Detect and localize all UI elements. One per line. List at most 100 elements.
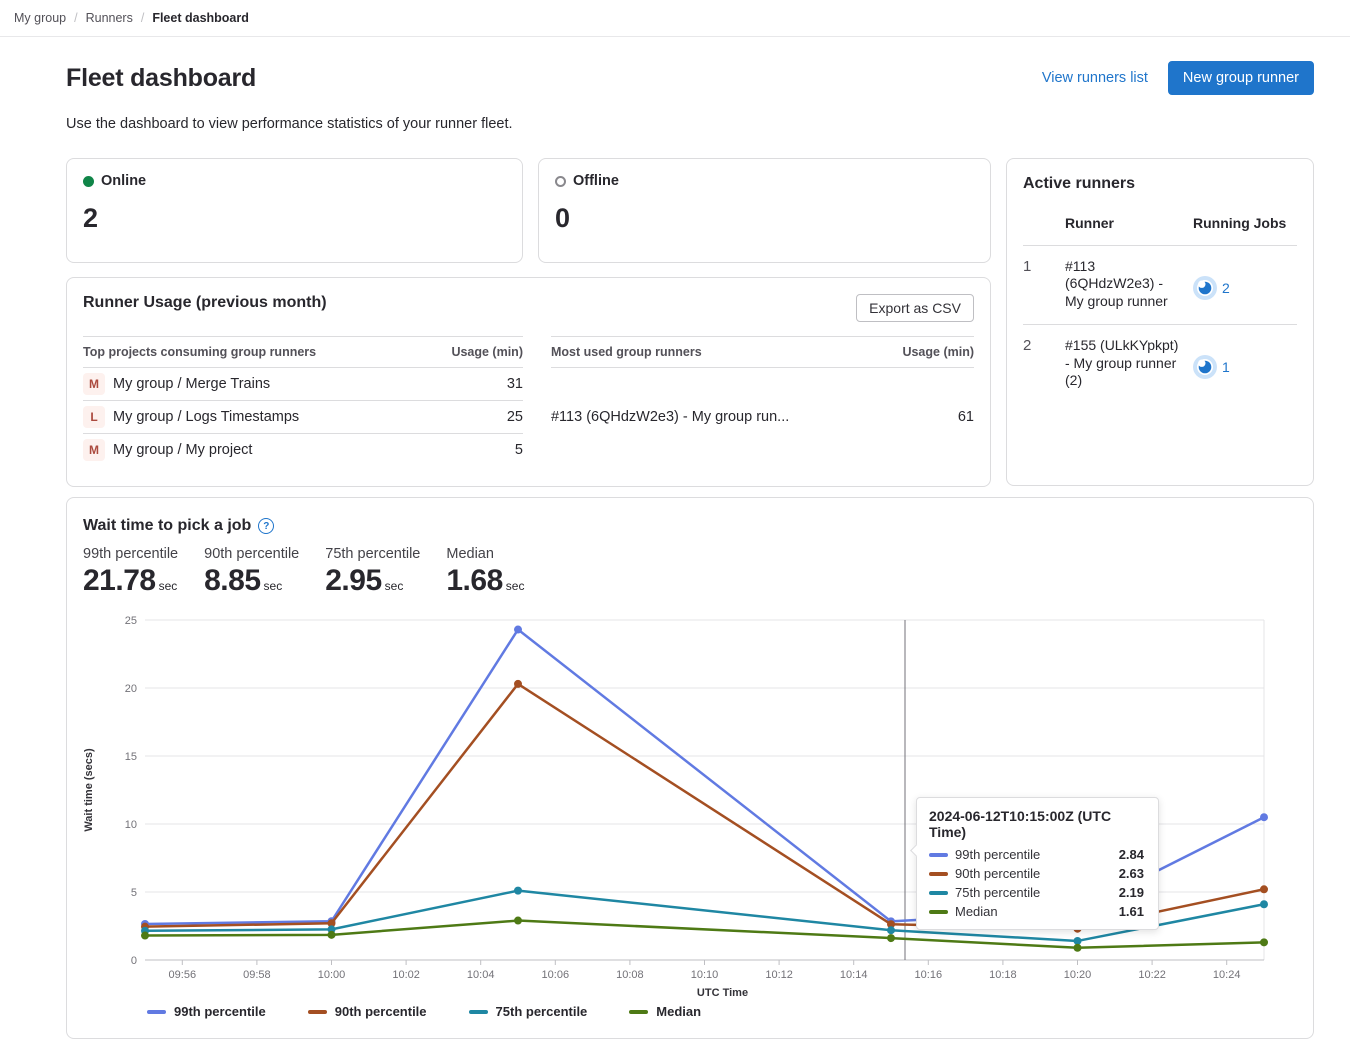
stat-label: 99th percentile: [83, 546, 178, 562]
help-icon[interactable]: ?: [258, 518, 274, 534]
breadcrumb-link-my-group[interactable]: My group: [14, 11, 66, 25]
tooltip-series-name: 75th percentile: [955, 885, 1040, 900]
series-swatch: [308, 1010, 327, 1014]
table-row: M My group / Merge Trains 31: [83, 368, 523, 401]
stat-value: 2.95sec: [325, 564, 420, 598]
runner-name: #155 (ULkKYpkpt) - My group runner (2): [1065, 325, 1193, 404]
tooltip-series-name: 99th percentile: [955, 847, 1040, 862]
wait-time-card: Wait time to pick a job ? 99th percentil…: [66, 497, 1314, 1039]
export-csv-button[interactable]: Export as CSV: [856, 294, 974, 322]
project-name: My group / Merge Trains: [113, 376, 270, 392]
svg-text:10:24: 10:24: [1213, 969, 1241, 981]
project-name: My group / Logs Timestamps: [113, 409, 299, 425]
series-swatch: [929, 872, 948, 876]
view-runners-list-link[interactable]: View runners list: [1042, 70, 1148, 86]
stat-label: 90th percentile: [204, 546, 299, 562]
project-usage: 5: [420, 434, 523, 467]
svg-text:Wait time (secs): Wait time (secs): [83, 748, 95, 832]
table-row: #113 (6QHdzW2e3) - My group run... 61: [551, 368, 974, 467]
tooltip-row: 90th percentile 2.63: [929, 866, 1144, 881]
usage-min-header: Usage (min): [876, 337, 974, 368]
table-row: M My group / My project 5: [83, 434, 523, 467]
online-count: 2: [83, 203, 506, 234]
offline-count: 0: [555, 203, 974, 234]
series-swatch: [469, 1010, 488, 1014]
svg-text:UTC Time: UTC Time: [697, 987, 748, 999]
legend-item-99th[interactable]: 99th percentile: [147, 1004, 266, 1019]
tooltip-series-name: 90th percentile: [955, 866, 1040, 881]
svg-text:10:06: 10:06: [542, 969, 570, 981]
active-runners-card: Active runners Runner Running Jobs 1 #11…: [1006, 158, 1314, 486]
svg-text:10:14: 10:14: [840, 969, 868, 981]
series-swatch: [929, 891, 948, 895]
stat-75th-percentile: 75th percentile 2.95sec: [325, 546, 420, 602]
legend-item-median[interactable]: Median: [629, 1004, 701, 1019]
runner-rank: 2: [1023, 325, 1065, 404]
runner-usage-card: Runner Usage (previous month) Export as …: [66, 277, 991, 487]
runner-column-header: Runner: [1065, 207, 1193, 245]
svg-text:20: 20: [125, 683, 137, 695]
svg-text:10:00: 10:00: [318, 969, 346, 981]
tooltip-series-name: Median: [955, 904, 998, 919]
breadcrumb-current: Fleet dashboard: [152, 11, 249, 25]
svg-text:15: 15: [125, 751, 137, 763]
running-jobs-link[interactable]: 1: [1193, 355, 1230, 379]
running-jobs-column-header: Running Jobs: [1193, 207, 1297, 245]
wait-time-title: Wait time to pick a job: [83, 517, 251, 535]
new-group-runner-button[interactable]: New group runner: [1168, 61, 1314, 95]
running-jobs-count: 2: [1222, 280, 1230, 296]
svg-text:10:02: 10:02: [392, 969, 420, 981]
tooltip-series-value: 2.63: [1119, 866, 1144, 881]
tooltip-series-value: 2.84: [1119, 847, 1144, 862]
stat-label: 75th percentile: [325, 546, 420, 562]
offline-label: Offline: [573, 173, 619, 189]
svg-text:5: 5: [131, 887, 137, 899]
stat-median: Median 1.68sec: [446, 546, 524, 602]
online-status-icon: [83, 176, 94, 187]
series-swatch: [929, 910, 948, 914]
project-name: My group / My project: [113, 442, 252, 458]
series-swatch: [629, 1010, 648, 1014]
wait-time-stats: 99th percentile 21.78sec 90th percentile…: [83, 546, 1297, 602]
most-used-runners-table: Most used group runners Usage (min) #113…: [551, 336, 974, 466]
active-runners-title: Active runners: [1023, 175, 1297, 193]
svg-text:09:56: 09:56: [169, 969, 197, 981]
project-usage: 31: [420, 368, 523, 401]
svg-text:10:12: 10:12: [765, 969, 793, 981]
online-runners-card: Online 2: [66, 158, 523, 263]
svg-text:10:22: 10:22: [1138, 969, 1166, 981]
running-jobs-link[interactable]: 2: [1193, 276, 1230, 300]
project-avatar: L: [83, 406, 105, 428]
svg-text:10: 10: [125, 819, 137, 831]
runner-usage-value: 61: [876, 368, 974, 467]
legend-item-75th[interactable]: 75th percentile: [469, 1004, 588, 1019]
running-jobs-count: 1: [1222, 359, 1230, 375]
svg-text:0: 0: [131, 955, 137, 967]
top-projects-table: Top projects consuming group runners Usa…: [83, 336, 523, 466]
tooltip-row: Median 1.61: [929, 904, 1144, 919]
svg-text:25: 25: [125, 615, 137, 627]
svg-text:10:10: 10:10: [691, 969, 719, 981]
runner-name: #113 (6QHdzW2e3) - My group runner: [1065, 245, 1193, 325]
project-avatar: M: [83, 439, 105, 461]
running-status-icon: [1193, 355, 1217, 379]
runner-rank: 1: [1023, 245, 1065, 325]
top-projects-header: Top projects consuming group runners: [83, 337, 420, 368]
wait-time-chart[interactable]: 051015202509:5609:5810:0010:0210:0410:06…: [83, 612, 1297, 1004]
breadcrumb-separator: /: [141, 11, 144, 25]
svg-text:09:58: 09:58: [243, 969, 271, 981]
series-swatch: [929, 853, 948, 857]
stat-value: 1.68sec: [446, 564, 524, 598]
online-label: Online: [101, 173, 146, 189]
breadcrumb: My group / Runners / Fleet dashboard: [0, 0, 1350, 37]
legend-label: Median: [656, 1004, 701, 1019]
most-used-runners-header: Most used group runners: [551, 337, 876, 368]
breadcrumb-link-runners[interactable]: Runners: [86, 11, 133, 25]
tooltip-row: 99th percentile 2.84: [929, 847, 1144, 862]
tooltip-row: 75th percentile 2.19: [929, 885, 1144, 900]
stat-99th-percentile: 99th percentile 21.78sec: [83, 546, 178, 602]
stat-value: 21.78sec: [83, 564, 178, 598]
chart-tooltip: 2024-06-12T10:15:00Z (UTC Time) 99th per…: [916, 797, 1159, 930]
legend-label: 75th percentile: [496, 1004, 588, 1019]
legend-item-90th[interactable]: 90th percentile: [308, 1004, 427, 1019]
